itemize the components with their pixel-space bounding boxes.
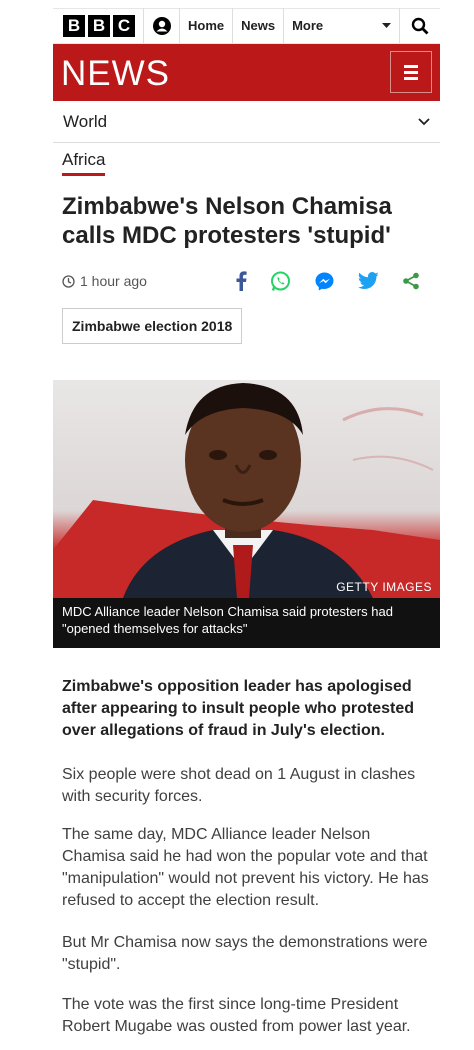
article-paragraph: The vote was the first since long-time P… (62, 996, 411, 1035)
chevron-down-icon (418, 117, 430, 125)
article-paragraph: But Mr Chamisa now says the demonstratio… (62, 934, 428, 973)
article-figure: GETTY IMAGES MDC Alliance leader Nelson … (53, 380, 440, 648)
image-caption: MDC Alliance leader Nelson Chamisa said … (62, 604, 393, 636)
twitter-icon[interactable] (358, 272, 379, 290)
article-photo: GETTY IMAGES (53, 380, 440, 598)
subsection-link[interactable]: Africa (62, 150, 106, 176)
article-meta: 1 hour ago (62, 270, 432, 292)
logo-letter: B (63, 14, 85, 37)
share-tools (235, 271, 432, 292)
article-lead: Zimbabwe's opposition leader has apologi… (62, 678, 415, 739)
bbc-logo[interactable]: B B C (53, 8, 144, 43)
article-paragraph: Six people were shot dead on 1 August in… (62, 766, 416, 805)
logo-letter: C (113, 14, 135, 37)
news-wordmark[interactable]: NEWS (61, 54, 170, 94)
timestamp-text: 1 hour ago (80, 273, 147, 289)
nav-news[interactable]: News (233, 8, 285, 43)
hamburger-icon[interactable] (390, 51, 432, 93)
article-headline: Zimbabwe's Nelson Chamisa calls MDC prot… (62, 193, 392, 249)
section-world-dropdown[interactable]: World (53, 101, 440, 143)
nav-more[interactable]: More (284, 8, 400, 43)
logo-letter: B (88, 14, 110, 37)
nav-home[interactable]: Home (180, 8, 234, 43)
article-paragraph: The same day, MDC Alliance leader Nelson… (62, 826, 429, 909)
topic-tag[interactable]: Zimbabwe election 2018 (62, 308, 243, 344)
timestamp: 1 hour ago (62, 273, 147, 289)
facebook-icon[interactable] (235, 271, 247, 291)
bbc-header: B B C Home News More (53, 8, 440, 44)
nav-more-label: More (292, 18, 324, 33)
account-icon[interactable] (144, 8, 180, 43)
clock-icon (62, 274, 75, 288)
news-banner: NEWS (53, 44, 440, 101)
image-credit: GETTY IMAGES (336, 580, 432, 594)
portrait-image (53, 383, 440, 598)
messenger-icon[interactable] (314, 271, 335, 292)
search-icon[interactable] (400, 8, 440, 43)
section-label: World (63, 111, 108, 131)
share-icon[interactable] (402, 272, 420, 290)
caret-down-icon (382, 22, 391, 28)
whatsapp-icon[interactable] (270, 271, 291, 292)
